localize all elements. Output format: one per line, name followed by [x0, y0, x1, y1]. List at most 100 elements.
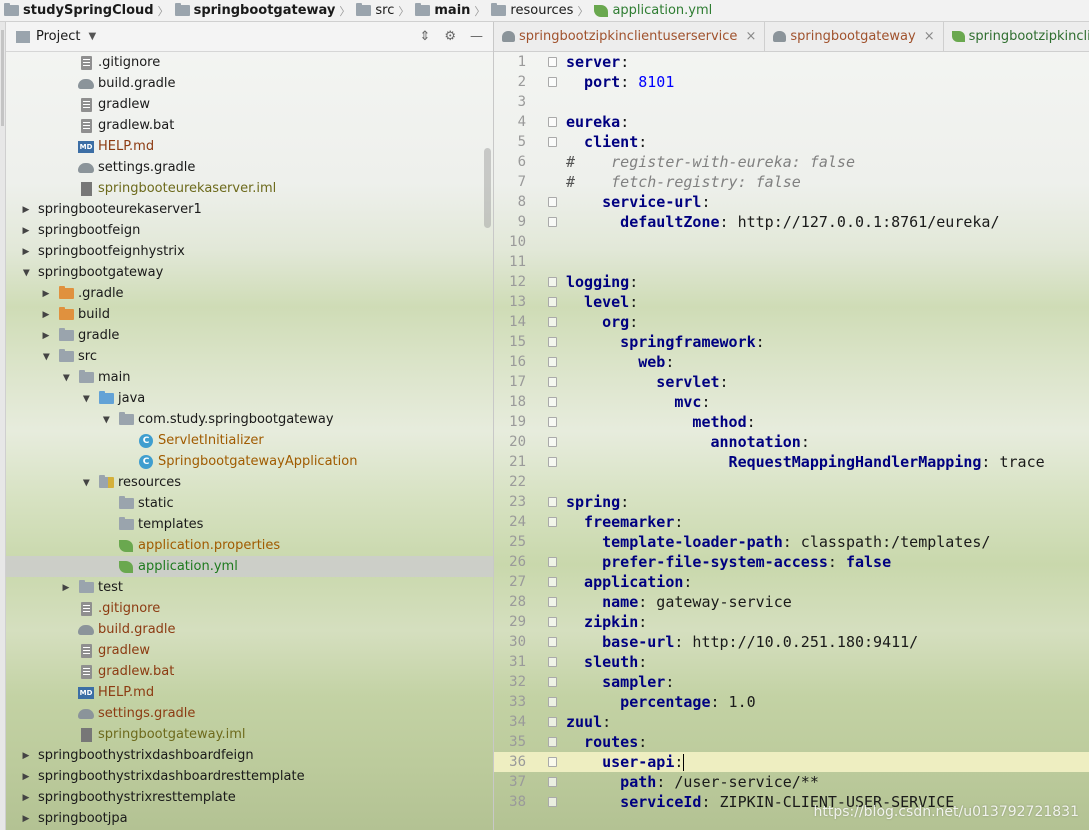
collapse-icon[interactable]: ⇕ [419, 29, 430, 44]
tree-item[interactable]: ▶ build [6, 304, 493, 325]
fold-marker-icon[interactable] [548, 77, 557, 87]
chevron-down-icon[interactable]: ▼ [88, 31, 96, 42]
code-line[interactable]: 34 zuul: [494, 712, 1089, 732]
tree-item[interactable]: ▶ springbootjpa [6, 808, 493, 829]
code-line[interactable]: 27 application: [494, 572, 1089, 592]
tree-item[interactable]: build.gradle [6, 619, 493, 640]
expand-arrow-icon[interactable]: ▶ [20, 814, 32, 824]
editor-tab[interactable]: springbootgateway × [765, 22, 944, 51]
tool-window-button[interactable] [1, 30, 4, 126]
code-line[interactable]: 6 # register-with-eureka: false [494, 152, 1089, 172]
fold-marker-icon[interactable] [548, 677, 557, 687]
fold-marker-icon[interactable] [548, 277, 557, 287]
expand-arrow-icon[interactable]: ▶ [81, 477, 91, 489]
code-line[interactable]: 17 servlet: [494, 372, 1089, 392]
code-line[interactable]: 22 [494, 472, 1089, 492]
breadcrumb-item[interactable]: src [356, 0, 394, 21]
project-tree[interactable]: .gitignore build.gradle gradlew gradlew.bat… [6, 52, 493, 829]
tree-item[interactable]: gradlew.bat [6, 115, 493, 136]
fold-marker-icon[interactable] [548, 577, 557, 587]
expand-arrow-icon[interactable]: ▶ [101, 414, 111, 426]
editor-tab[interactable]: springbootzipkinclientuserservice × [494, 22, 766, 51]
tree-item[interactable]: ▶ com.study.springbootgateway [6, 409, 493, 430]
fold-marker-icon[interactable] [548, 597, 557, 607]
code-line[interactable]: 21 RequestMappingHandlerMapping: trace [494, 452, 1089, 472]
expand-arrow-icon[interactable]: ▶ [20, 751, 32, 761]
breadcrumb-item[interactable]: springbootgateway [174, 0, 335, 21]
expand-arrow-icon[interactable]: ▶ [20, 226, 32, 236]
fold-marker-icon[interactable] [548, 357, 557, 367]
tree-item[interactable]: ▶ springbooteurekaserver1 [6, 199, 493, 220]
fold-marker-icon[interactable] [548, 697, 557, 707]
code-line[interactable]: 15 springframework: [494, 332, 1089, 352]
code-line[interactable]: 20 annotation: [494, 432, 1089, 452]
fold-marker-icon[interactable] [548, 57, 557, 67]
fold-marker-icon[interactable] [548, 197, 557, 207]
fold-marker-icon[interactable] [548, 717, 557, 727]
tree-item[interactable]: springbootgateway.iml [6, 724, 493, 745]
fold-marker-icon[interactable] [548, 557, 557, 567]
tree-item[interactable]: ▶ main [6, 367, 493, 388]
expand-arrow-icon[interactable]: ▶ [20, 772, 32, 782]
code-line[interactable]: 7 # fetch-registry: false [494, 172, 1089, 192]
code-line[interactable]: 31 sleuth: [494, 652, 1089, 672]
code-line[interactable]: 36 user-api: [494, 752, 1089, 772]
tree-item[interactable]: build.gradle [6, 73, 493, 94]
code-line[interactable]: 5 client: [494, 132, 1089, 152]
tree-item[interactable]: MD HELP.md [6, 136, 493, 157]
code-line[interactable]: 30 base-url: http://10.0.251.180:9411/ [494, 632, 1089, 652]
fold-marker-icon[interactable] [548, 457, 557, 467]
code-line[interactable]: 28 name: gateway-service [494, 592, 1089, 612]
expand-arrow-icon[interactable]: ▶ [40, 331, 52, 341]
code-line[interactable]: 18 mvc: [494, 392, 1089, 412]
tree-item[interactable]: ▶ springboothystrixdashboardresttemplate [6, 766, 493, 787]
tree-item[interactable]: ▶ .gradle [6, 283, 493, 304]
tree-scrollbar[interactable] [484, 148, 491, 228]
tree-item[interactable]: ▶ springboothystrixdashboardfeign [6, 745, 493, 766]
expand-arrow-icon[interactable]: ▶ [20, 247, 32, 257]
tree-item[interactable]: templates [6, 514, 493, 535]
code-line[interactable]: 2 port: 8101 [494, 72, 1089, 92]
breadcrumb-item[interactable]: studySpringCloud [4, 0, 154, 21]
code-line[interactable]: 37 path: /user-service/** [494, 772, 1089, 792]
fold-marker-icon[interactable] [548, 297, 557, 307]
fold-marker-icon[interactable] [548, 517, 557, 527]
gear-icon[interactable]: ⚙ [444, 29, 456, 44]
fold-marker-icon[interactable] [548, 497, 557, 507]
fold-marker-icon[interactable] [548, 777, 557, 787]
tree-item[interactable]: application.properties [6, 535, 493, 556]
breadcrumb-item[interactable]: main [415, 0, 470, 21]
expand-arrow-icon[interactable]: ▶ [21, 267, 31, 279]
fold-marker-icon[interactable] [548, 657, 557, 667]
tree-item[interactable]: ▶ java [6, 388, 493, 409]
tree-item[interactable]: .gitignore [6, 52, 493, 73]
fold-marker-icon[interactable] [548, 637, 557, 647]
code-line[interactable]: 3 [494, 92, 1089, 112]
code-area[interactable]: 1 server: 2 port: 8101 3 4 eureka: 5 client: 6 #… [494, 52, 1089, 812]
code-line[interactable]: 29 zipkin: [494, 612, 1089, 632]
close-icon[interactable]: × [745, 29, 756, 44]
code-line[interactable]: 35 routes: [494, 732, 1089, 752]
fold-marker-icon[interactable] [548, 137, 557, 147]
code-line[interactable]: 14 org: [494, 312, 1089, 332]
fold-marker-icon[interactable] [548, 737, 557, 747]
editor-tab[interactable]: springbootzipkinclientuserse [944, 22, 1089, 51]
breadcrumb-item[interactable]: application.yml [594, 0, 712, 21]
hide-icon[interactable]: — [470, 29, 483, 44]
fold-marker-icon[interactable] [548, 337, 557, 347]
fold-marker-icon[interactable] [548, 377, 557, 387]
fold-marker-icon[interactable] [548, 757, 557, 767]
tree-item[interactable]: ▶ springbootgateway [6, 262, 493, 283]
fold-marker-icon[interactable] [548, 217, 557, 227]
fold-marker-icon[interactable] [548, 397, 557, 407]
tree-item[interactable]: settings.gradle [6, 157, 493, 178]
code-line[interactable]: 23 spring: [494, 492, 1089, 512]
code-line[interactable]: 13 level: [494, 292, 1089, 312]
tree-item[interactable]: ▶ resources [6, 472, 493, 493]
tree-item[interactable]: ▶ springbootfeignhystrix [6, 241, 493, 262]
tree-item[interactable]: C SpringbootgatewayApplication [6, 451, 493, 472]
tree-item[interactable]: MD HELP.md [6, 682, 493, 703]
tree-item[interactable]: C ServletInitializer [6, 430, 493, 451]
code-line[interactable]: 16 web: [494, 352, 1089, 372]
code-line[interactable]: 32 sampler: [494, 672, 1089, 692]
